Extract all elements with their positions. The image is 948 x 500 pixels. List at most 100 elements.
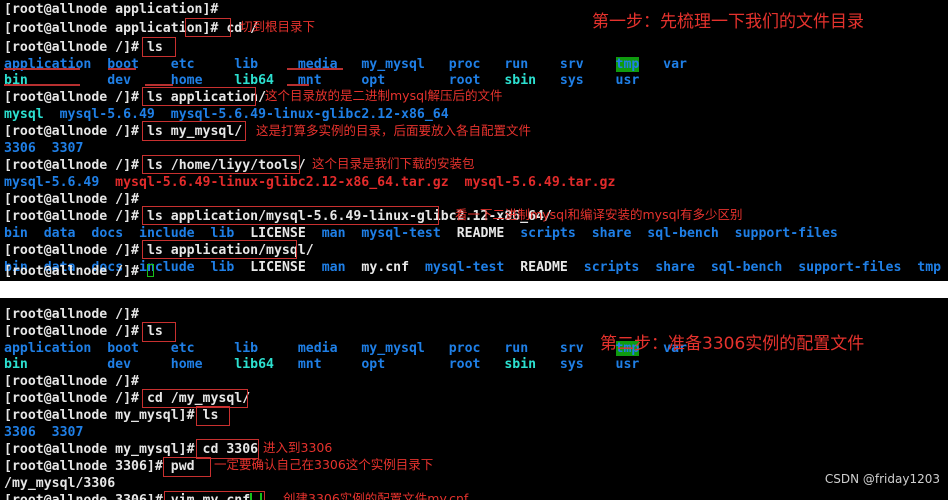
shell-command: vim my.cnf xyxy=(171,493,250,500)
watermark: CSDN @friday1203 xyxy=(824,472,940,486)
annotation-note: 切到根目录下 xyxy=(240,19,316,34)
pwd-output: /my_mysql/3306 xyxy=(4,476,116,491)
shell-command: ls xyxy=(146,40,163,55)
shell-prompt: [root@allnode /]# xyxy=(4,324,139,339)
terminal-line: [root@allnode my_mysql]# ls xyxy=(4,408,218,423)
terminal-line-current[interactable]: [root@allnode 3306]# vim my.cnf xyxy=(4,493,263,500)
ls-entry-application: application xyxy=(4,57,92,72)
ls-entry-root: root xyxy=(448,73,481,88)
shell-prompt: [root@allnode application]# xyxy=(4,2,219,17)
terminal-line: [root@allnode my_mysql]# cd 3306 xyxy=(4,442,258,457)
annotation-note: 看一下二进制mysql和编译安装的mysql有多少区别 xyxy=(455,207,743,222)
ls-entry-mysql-glibc: mysql-5.6.49-linux-glibc2.12-x86_64 xyxy=(170,107,449,122)
terminal-line: [root@allnode /]# cd /my_mysql/ xyxy=(4,391,250,406)
ls-entry-lib64: lib64 xyxy=(234,73,274,88)
shell-command: ls xyxy=(202,408,219,423)
annotation-underline-bin xyxy=(4,84,80,86)
terminal-line: [root@allnode application]# cd / xyxy=(4,21,258,36)
terminal-line: [root@allnode /]# ls xyxy=(4,324,163,339)
shell-prompt: [root@allnode /]# xyxy=(4,158,139,173)
terminal-line: [root@allnode /]# xyxy=(4,307,139,322)
ls-entry-home: home xyxy=(170,73,203,88)
ls-entry-sbin: sbin xyxy=(504,73,537,88)
ls-entry-3306: 3306 3307 xyxy=(4,141,84,156)
ls-entry-sys: sys xyxy=(559,73,584,88)
annotation-note: 进入到3306 xyxy=(263,440,333,455)
annotation-note: 一定要确认自己在3306这个实例目录下 xyxy=(214,457,434,472)
ls-output-row: application boot etc lib media my_mysql … xyxy=(4,57,687,72)
screenshot-root: [root@allnode application]# [root@allnod… xyxy=(0,0,948,500)
terminal-panel-step-2[interactable]: [root@allnode /]# [root@allnode /]# ls a… xyxy=(0,298,948,500)
terminal-line: [root@allnode /]# ls my_mysql/ xyxy=(4,124,242,139)
ls-output-row: application boot etc lib media my_mysql … xyxy=(4,341,687,356)
step-title-2: 第二步：准备3306实例的配置文件 xyxy=(600,334,865,354)
terminal-line: [root@allnode application]# xyxy=(4,2,218,17)
annotation-note: 这是打算多实例的目录，后面要放入各自配置文件 xyxy=(256,123,532,138)
ls-entry-usr: usr xyxy=(615,73,640,88)
shell-prompt: [root@allnode /]# xyxy=(4,124,139,139)
terminal-output: /my_mysql/3306 xyxy=(4,476,115,491)
ls-entry-run: run xyxy=(504,57,529,72)
annotation-underline-boot xyxy=(108,68,136,70)
terminal-cursor xyxy=(146,264,154,277)
shell-prompt: [root@allnode /]# xyxy=(4,391,139,406)
annotation-underline-opt xyxy=(287,84,309,86)
shell-command: ls application/ xyxy=(146,90,267,105)
terminal-panel-step-1[interactable]: [root@allnode application]# [root@allnod… xyxy=(0,0,948,281)
terminal-line: [root@allnode /]# ls xyxy=(4,40,163,55)
shell-command: cd /my_mysql/ xyxy=(146,391,251,406)
panel-divider xyxy=(0,281,948,298)
shell-command: cd 3306 xyxy=(202,442,259,457)
ls-entry-srv: srv xyxy=(559,57,584,72)
ls-entry-proc: proc xyxy=(448,57,481,72)
ls-entry-tools-tgz1: mysql-5.6.49-linux-glibc2.12-x86_64.tar.… xyxy=(115,175,449,190)
ls-entry-media: media xyxy=(297,57,338,72)
shell-prompt: [root@allnode my_mysql]# xyxy=(4,408,195,423)
annotation-underline-application xyxy=(4,68,80,70)
ls-entry-dev: dev xyxy=(107,73,132,88)
ls-entry-etc: etc xyxy=(170,57,195,72)
annotation-note: 这个目录是我们下载的安装包 xyxy=(312,156,475,171)
terminal-line: [root@allnode 3306]# pwd xyxy=(4,459,195,474)
terminal-cursor-secondary xyxy=(260,493,263,500)
terminal-line: [root@allnode /]# xyxy=(4,374,139,389)
ls-entry-tools-dir: mysql-5.6.49 xyxy=(4,175,100,190)
ls-entry-mnt: mnt xyxy=(297,73,322,88)
ls-entry-3306-3307: 3306 3307 xyxy=(4,425,84,440)
terminal-line: [root@allnode /]# xyxy=(4,192,139,207)
shell-prompt: [root@allnode /]# xyxy=(4,192,139,207)
terminal-line: [root@allnode /]# ls /home/liyy/tools/ xyxy=(4,158,306,173)
ls-entry-var: var xyxy=(663,57,687,72)
shell-prompt: [root@allnode /]# xyxy=(4,374,139,389)
shell-prompt: [root@allnode my_mysql]# xyxy=(4,442,195,457)
annotation-underline-my_mysql xyxy=(287,68,343,70)
step-title-1: 第一步：先梳理一下我们的文件目录 xyxy=(592,12,864,32)
ls-entry-opt: opt xyxy=(361,73,386,88)
shell-prompt: [root@allnode /]# xyxy=(4,243,139,258)
shell-prompt: [root@allnode 3306]# xyxy=(4,459,163,474)
ls-output-row: bin data docs include lib LICENSE man my… xyxy=(4,226,838,241)
ls-output-row: mysql mysql-5.6.49 mysql-5.6.49-linux-gl… xyxy=(4,107,449,122)
shell-prompt: [root@allnode application]# xyxy=(4,21,219,36)
ls-output-row: 3306 3307 xyxy=(4,425,83,440)
shell-command: ls application/mysql/ xyxy=(146,243,314,258)
ls-entry-tmp: tmp xyxy=(615,57,640,72)
shell-prompt: [root@allnode /]# xyxy=(4,307,139,322)
shell-command: ls /home/liyy/tools/ xyxy=(146,158,306,173)
ls-entry-mysql-5649: mysql-5.6.49 xyxy=(59,107,155,122)
shell-prompt: [root@allnode 3306]# xyxy=(4,493,163,500)
ls-entry-my_mysql: my_mysql xyxy=(361,57,425,72)
annotation-note: 创建3306实例的配置文件my.cnf xyxy=(283,491,469,500)
ls-entry-mysql-link: mysql xyxy=(4,107,44,122)
ls-output-row: 3306 3307 xyxy=(4,141,83,156)
shell-prompt: [root@allnode /]# xyxy=(4,90,139,105)
shell-command: ls xyxy=(146,324,163,339)
terminal-line: [root@allnode /]# ls application/mysql/ xyxy=(4,243,314,258)
terminal-line-current[interactable]: [root@allnode /]# xyxy=(4,264,154,279)
shell-prompt: [root@allnode /]# xyxy=(4,264,139,279)
ls-output-row: bin dev home lib64 mnt opt root sbin sys… xyxy=(4,357,640,372)
ls-entry-bin: bin xyxy=(4,73,28,88)
ls-entry-lib: lib xyxy=(234,57,259,72)
terminal-line: [root@allnode /]# ls application/ xyxy=(4,90,266,105)
annotation-note: 这个目录放的是二进制mysql解压后的文件 xyxy=(265,88,503,103)
